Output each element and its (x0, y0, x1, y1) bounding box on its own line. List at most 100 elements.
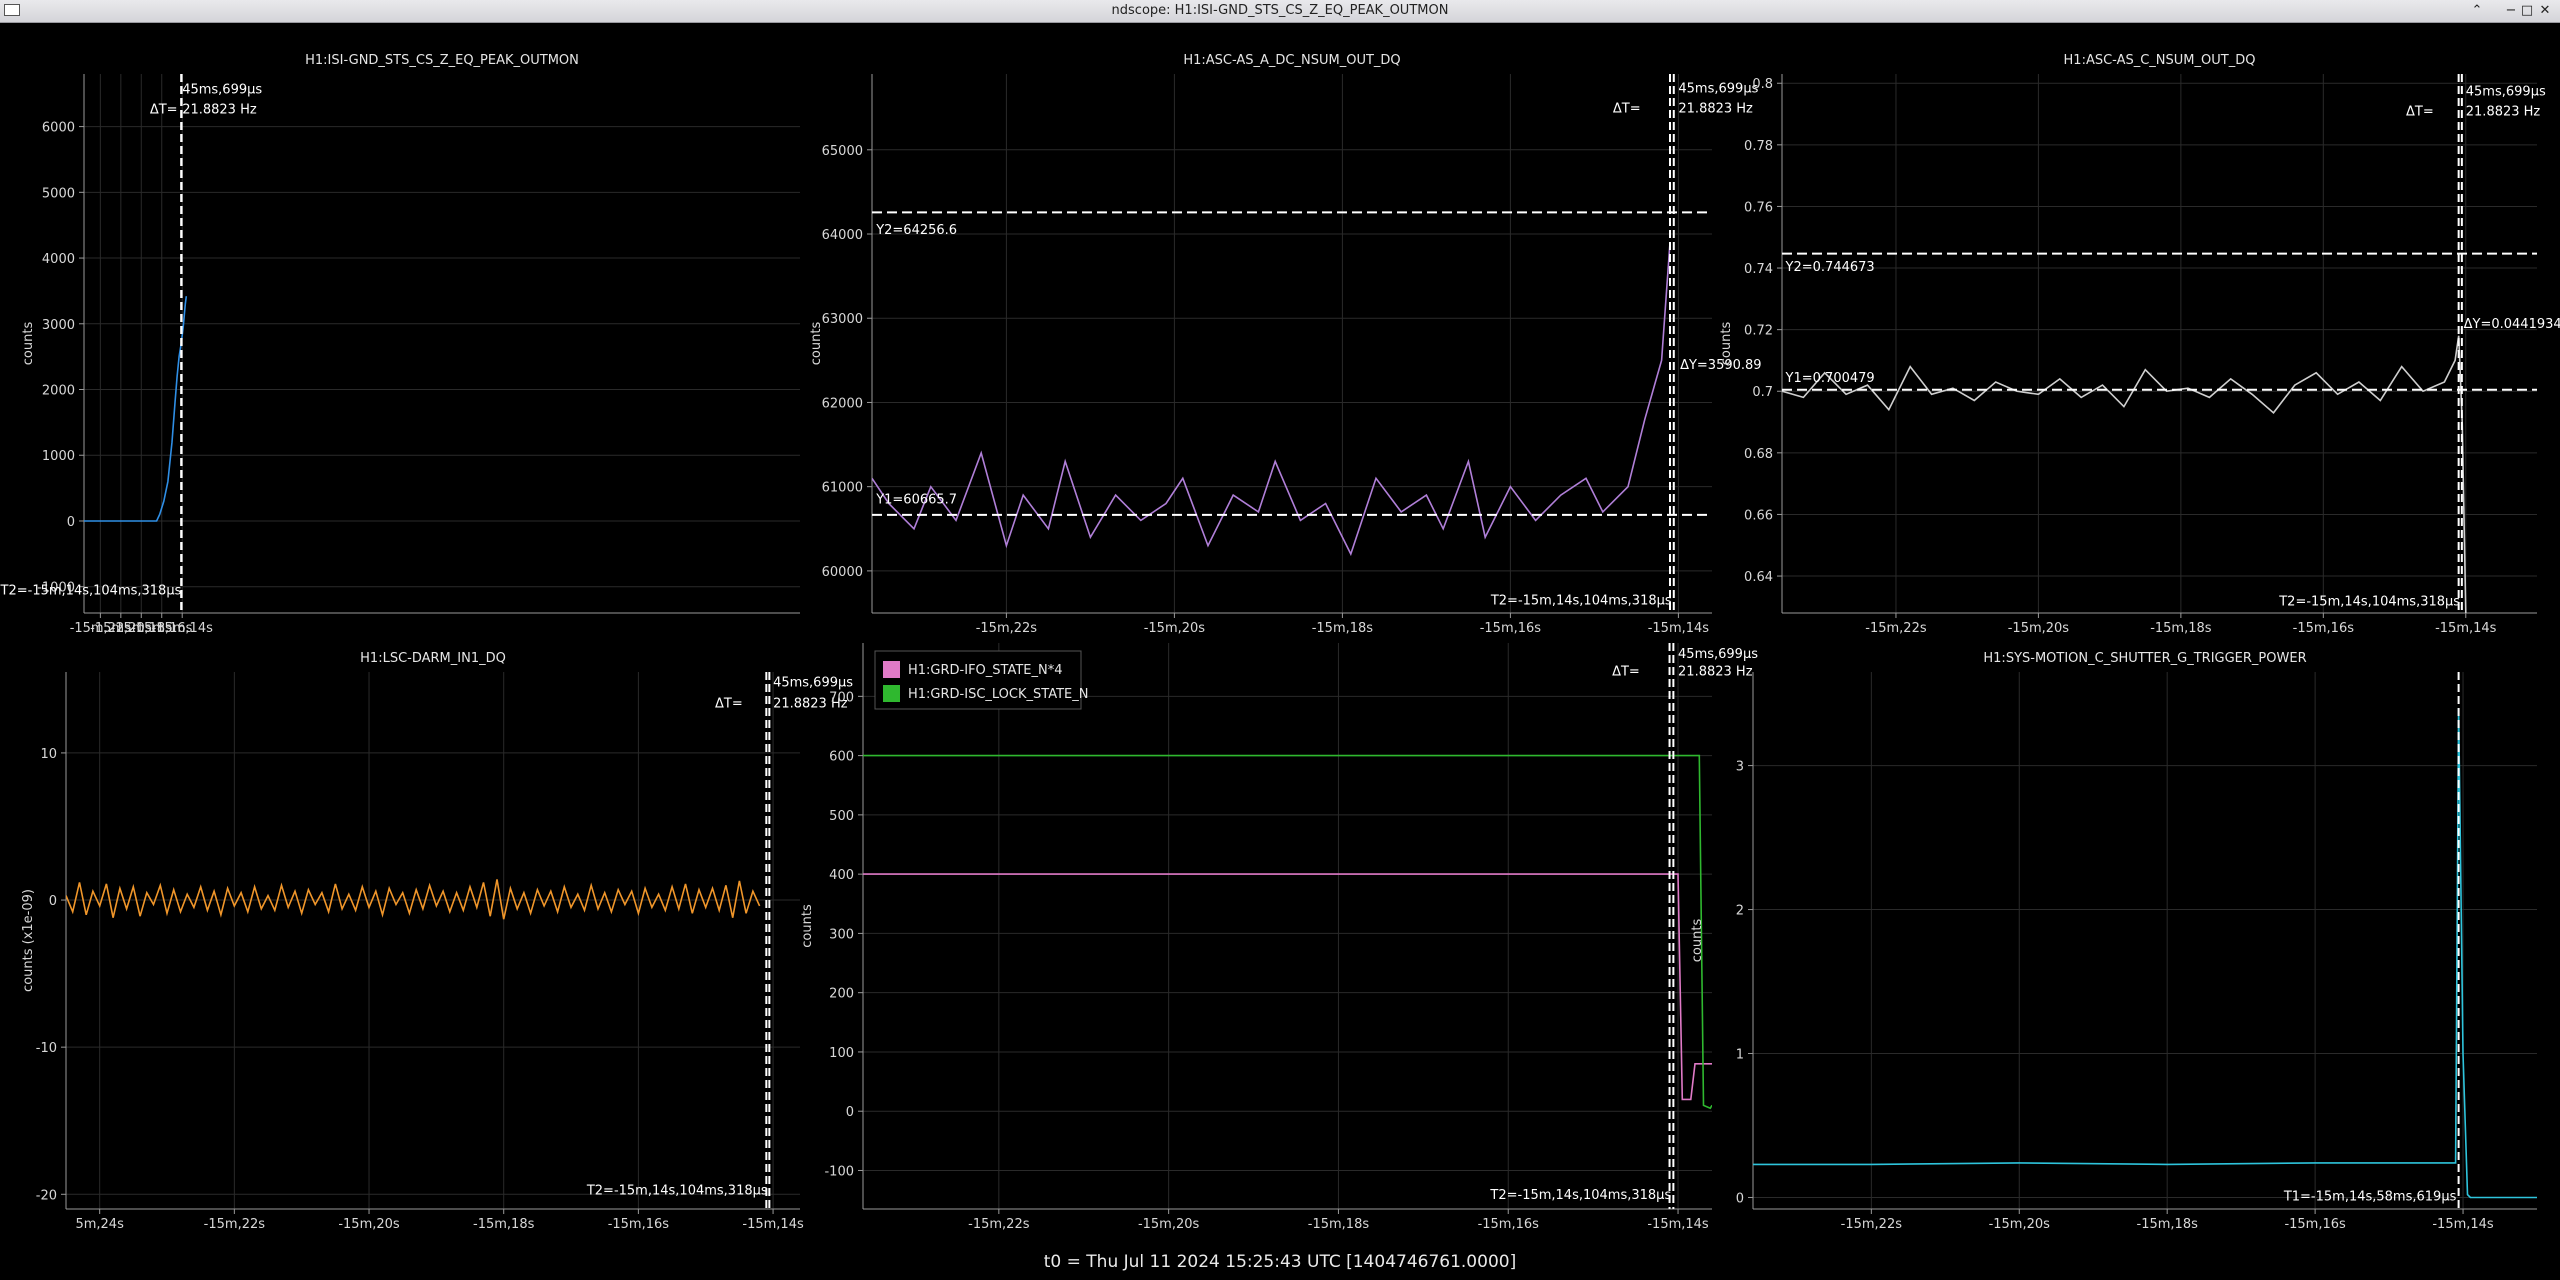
cursor-annotation: ΔY=0.0441934 (2464, 317, 2560, 332)
plot-grid[interactable]: H1:ISI-GND_STS_CS_Z_EQ_PEAK_OUTMON -15m,2… (0, 22, 2560, 1248)
legend-swatch (883, 661, 900, 678)
x-tick-label: -15m,18s (473, 1217, 535, 1232)
cursor-annotation: 45ms,699μs (1678, 82, 1758, 97)
legend-swatch (883, 685, 900, 702)
y-tick-label: 61000 (822, 481, 863, 496)
cursor-annotation: ΔT= (150, 102, 178, 117)
y-tick-label: 63000 (822, 312, 863, 327)
y-tick-label: 0.7 (1752, 385, 1773, 400)
cursor-annotation: T2=-15m,14s,104ms,318μs (2278, 594, 2460, 609)
x-tick-label: -15m,22s (1865, 621, 1927, 636)
x-tick-label: -15m,22s (204, 1217, 266, 1232)
x-tick-label: -15m,16s (1478, 1217, 1540, 1232)
x-tick-label: -15m,18s (2150, 621, 2212, 636)
y-axis-label: counts (809, 322, 824, 366)
cursor-annotation: 45ms,699μs (1678, 647, 1758, 662)
window-title: ndscope: H1:ISI-GND_STS_CS_Z_EQ_PEAK_OUT… (1111, 3, 1449, 18)
x-tick-label: -15m,14s (2435, 621, 2497, 636)
plot-legend: H1:GRD-IFO_STATE_N*4 H1:GRD-ISC_LOCK_STAT… (874, 650, 1088, 710)
y-tick-label: 1 (1736, 1048, 1744, 1063)
plot-p1: H1:ISI-GND_STS_CS_Z_EQ_PEAK_OUTMON-15m,2… (0, 53, 800, 636)
x-tick-label: -15m,16s (2293, 621, 2355, 636)
cursor-annotation: Y1=60665.7 (875, 493, 957, 508)
x-tick-label: -15m,20s (338, 1217, 400, 1232)
y-axis-label: counts (21, 322, 36, 366)
series-line-h1-grd-isc-lock-state-n (863, 754, 1712, 1110)
y-tick-label: 3000 (42, 318, 75, 333)
cursor-annotation: 21.8823 Hz (1678, 102, 1753, 117)
x-tick-label: -15m,14s (1648, 621, 1710, 636)
x-tick-label: -15m,14s (1647, 1217, 1709, 1232)
y-tick-label: 300 (829, 927, 854, 942)
y-tick-label: 0.8 (1752, 77, 1773, 92)
plot-title: H1:ASC-AS_C_NSUM_OUT_DQ (2064, 53, 2256, 68)
cursor-annotation: 21.8823 Hz (182, 102, 257, 117)
x-tick-label: -15m,22s (968, 1217, 1030, 1232)
y-tick-label: 500 (829, 809, 854, 824)
x-tick-label: -15m,16s (2284, 1217, 2346, 1232)
series-line-0 (1782, 335, 2467, 613)
y-tick-label: 100 (829, 1046, 854, 1061)
t0-label: t0 = Thu Jul 11 2024 15:25:43 UTC [14047… (1043, 1252, 1517, 1272)
y-tick-label: 0.66 (1744, 508, 1773, 523)
series-line-0 (872, 242, 1671, 557)
x-tick-label: -15m,14s (2432, 1217, 2494, 1232)
y-tick-label: 64000 (822, 228, 863, 243)
y-tick-label: 6000 (42, 121, 75, 136)
y-tick-label: 200 (829, 987, 854, 1002)
close-button[interactable]: ✕ (2536, 2, 2554, 20)
legend-label: H1:GRD-IFO_STATE_N*4 (908, 663, 1063, 678)
y-tick-label: 2 (1736, 904, 1744, 919)
y-tick-label: 62000 (822, 396, 863, 411)
y-axis-label: counts (1690, 919, 1705, 963)
plot-p6: H1:SYS-MOTION_C_SHUTTER_G_TRIGGER_POWER -… (1690, 651, 2537, 1232)
plot-title: H1:ISI-GND_STS_CS_Z_EQ_PEAK_OUTMON (305, 53, 579, 68)
y-tick-label: 65000 (822, 144, 863, 159)
y-tick-label: 600 (829, 750, 854, 765)
plot-title: H1:ASC-AS_A_DC_NSUM_OUT_DQ (1183, 53, 1400, 68)
x-tick-label: 5m,24s (75, 1217, 124, 1232)
y-axis-label: counts (x1e-09) (21, 889, 36, 992)
x-tick-label: -15m,14s (152, 621, 214, 636)
y-tick-label: 4000 (42, 252, 75, 267)
x-tick-label: -15m,16s (1480, 621, 1542, 636)
cursor-annotation: 45ms,699μs (773, 676, 853, 691)
cursor-annotation: T2=-15m,14s,104ms,318μs (586, 1183, 768, 1198)
cursor-annotation: Y1=0.700479 (1785, 371, 1875, 386)
plot-p4: H1:LSC-DARM_IN1_DQ 5m,24s -15m,22s -15m,20s… (21, 651, 853, 1232)
cursor-annotation: T1=-15m,14s,58ms,619μs (2283, 1189, 2457, 1204)
cursor-annotation: ΔT= (2406, 105, 2434, 120)
series-line-0 (1753, 707, 2537, 1199)
plot-p2: H1:ASC-AS_A_DC_NSUM_OUT_DQ -15m,22s -15m,2… (809, 53, 1762, 636)
y-axis-label: counts (1719, 322, 1734, 366)
x-tick-label: -15m,20s (1138, 1217, 1200, 1232)
cursor-annotation: T2=-15m,14s,104ms,318μs (1490, 594, 1672, 609)
cursor-annotation: Y2=64256.6 (875, 223, 957, 238)
y-tick-label: 0.64 (1744, 570, 1773, 585)
x-tick-label: -15m,18s (1308, 1217, 1370, 1232)
y-tick-label: 0 (846, 1105, 854, 1120)
cursor-annotation: ΔT= (1613, 102, 1641, 117)
y-tick-label: -10 (36, 1041, 57, 1056)
y-tick-label: 0.72 (1744, 324, 1773, 339)
y-tick-label: 0.68 (1744, 447, 1773, 462)
cursor-annotation: Y2=0.744673 (1785, 260, 1875, 275)
y-tick-label: 700 (829, 690, 854, 705)
x-tick-label: -15m,16s (608, 1217, 670, 1232)
chevron-up-icon[interactable]: ⌃ (2468, 2, 2486, 20)
x-tick-label: -15m,18s (2137, 1217, 2199, 1232)
y-tick-label: 0 (49, 894, 57, 909)
series-line-h1-grd-ifo-state-n-4 (863, 873, 1712, 1101)
maximize-button[interactable]: □ (2518, 2, 2536, 20)
plot-p5: -15m,22s -15m,20s -15m,18s -15m,16s -15m,14s… (800, 643, 1758, 1232)
y-tick-label: -20 (36, 1188, 57, 1203)
x-tick-label: -15m,20s (1989, 1217, 2051, 1232)
y-tick-label: 1000 (42, 449, 75, 464)
window-titlebar: ndscope: H1:ISI-GND_STS_CS_Z_EQ_PEAK_OUT… (0, 0, 2560, 23)
plot-title: H1:SYS-MOTION_C_SHUTTER_G_TRIGGER_POWER (1983, 651, 2306, 666)
cursor-annotation: 21.8823 Hz (1678, 665, 1753, 680)
x-tick-label: -15m,22s (1841, 1217, 1903, 1232)
x-tick-label: -15m,22s (976, 621, 1038, 636)
y-tick-label: 10 (40, 747, 57, 762)
series-line-0 (66, 879, 761, 920)
